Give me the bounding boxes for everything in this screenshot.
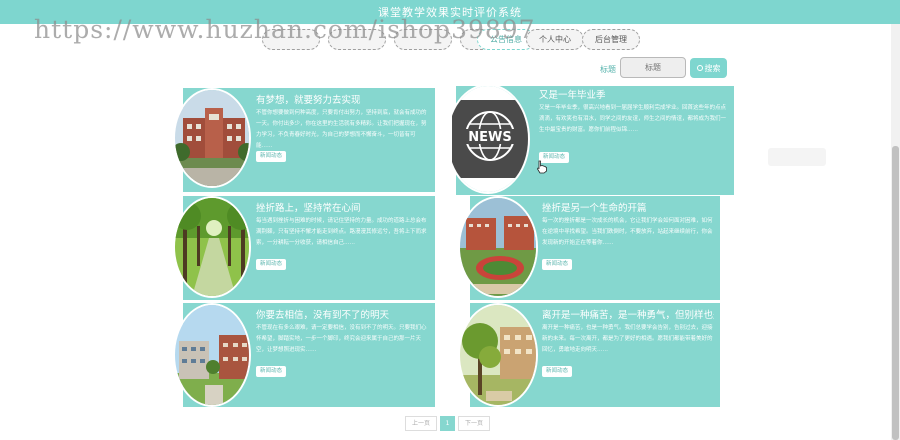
vertical-scrollbar[interactable]	[891, 24, 900, 440]
news-card-5[interactable]: 你要去相信，没有到不了的明天 不管现在有多么艰难，请一定要相信，没有到不了的明天…	[173, 303, 435, 407]
card-summary: 又是一年毕业季，很高兴地看到一届届学生顺利完成学业。回首这些年的点点滴滴，有欢笑…	[539, 105, 727, 133]
svg-text:NEWS: NEWS	[468, 130, 511, 145]
top-header: 课堂教学效果实时评价系统	[0, 0, 900, 24]
prev-page-button[interactable]: 上一页	[405, 416, 437, 431]
card-summary: 不管现在有多么艰难，请一定要相信，没有到不了的明天。只要我们心怀希望，脚踏实地，…	[256, 325, 427, 353]
card-image-school-courtyard	[173, 303, 251, 407]
card-image-campus-trees	[458, 303, 538, 407]
news-card-2[interactable]: NEWS 又是一年毕业季 又是一年毕业季，很高兴地看到一届届学生顺利完成学业。回…	[446, 84, 734, 195]
page: 课堂教学效果实时评价系统 https://www.huzhan.com/isho…	[0, 0, 900, 440]
card-more-button[interactable]: 新闻动态	[542, 259, 573, 270]
card-summary: 每当遇到挫折与困难的时候，请记住坚持的力量。成功的道路上总会布满荆棘，只有坚持不…	[256, 218, 427, 246]
card-more-button[interactable]: 新闻动态	[256, 366, 287, 377]
card-title: 你要去相信，没有到不了的明天	[256, 310, 390, 321]
news-card-1[interactable]: 有梦想，就要努力去实现 不管你想要做到何种高度，只要肯付出努力，坚持到底，就会有…	[173, 88, 435, 192]
nav-tab-3[interactable]	[394, 29, 452, 50]
card-summary: 离开是一种痛苦，也是一种勇气。我们总要学会告别，告别过去，迎接新的未来。每一次离…	[542, 325, 713, 353]
card-more-button[interactable]: 新闻动态	[256, 151, 287, 162]
search-button-label: 搜索	[704, 63, 721, 73]
news-card-6[interactable]: 离开是一种痛苦，是一种勇气，但别样也是…… 离开是一种痛苦，也是一种勇气。我们总…	[458, 303, 720, 407]
nav-tab-2[interactable]	[328, 29, 386, 50]
search-label: 标题	[600, 65, 616, 74]
card-image-campus-aerial	[458, 196, 538, 298]
card-title: 有梦想，就要努力去实现	[256, 95, 361, 106]
card-title: 离开是一种痛苦，是一种勇气，但别样也是……	[542, 310, 714, 321]
card-more-button[interactable]: 新闻动态	[542, 366, 573, 377]
card-image-news: NEWS	[446, 84, 530, 194]
scrollbar-thumb[interactable]	[892, 146, 899, 440]
card-more-button[interactable]: 新闻动态	[256, 259, 287, 270]
nav-tab-admin[interactable]: 后台管理	[582, 29, 640, 50]
ghost-overlay	[768, 148, 826, 166]
nav-tab-profile[interactable]: 个人中心	[526, 29, 584, 50]
card-summary: 不管你想要做到何种高度，只要肯付出努力，坚持到底，就会有成功的一天。你付出多少，…	[256, 110, 427, 149]
system-title: 课堂教学效果实时评价系统	[378, 6, 522, 19]
current-page-button[interactable]: 1	[440, 416, 455, 431]
news-card-3[interactable]: 挫折路上，坚持常在心间 每当遇到挫折与困难的时候，请记住坚持的力量。成功的道路上…	[173, 196, 435, 300]
search-button[interactable]: 搜索	[690, 58, 727, 78]
card-image-tree-path	[173, 196, 251, 298]
card-image-campus-building	[173, 88, 251, 188]
search-icon	[696, 64, 703, 71]
hand-cursor-icon	[537, 160, 547, 174]
search-input[interactable]	[620, 57, 686, 78]
card-summary: 每一次的挫折都是一次成长的机会，它让我们学会如何面对困难，如何在逆境中寻找希望。…	[542, 218, 713, 246]
card-title: 又是一年毕业季	[539, 90, 606, 101]
nav-tab-1[interactable]	[262, 29, 320, 50]
card-title: 挫折路上，坚持常在心间	[256, 203, 361, 214]
next-page-button[interactable]: 下一页	[458, 416, 490, 431]
card-title: 挫折是另一个生命的开篇	[542, 203, 647, 214]
news-card-4[interactable]: 挫折是另一个生命的开篇 每一次的挫折都是一次成长的机会，它让我们学会如何面对困难…	[458, 196, 720, 300]
